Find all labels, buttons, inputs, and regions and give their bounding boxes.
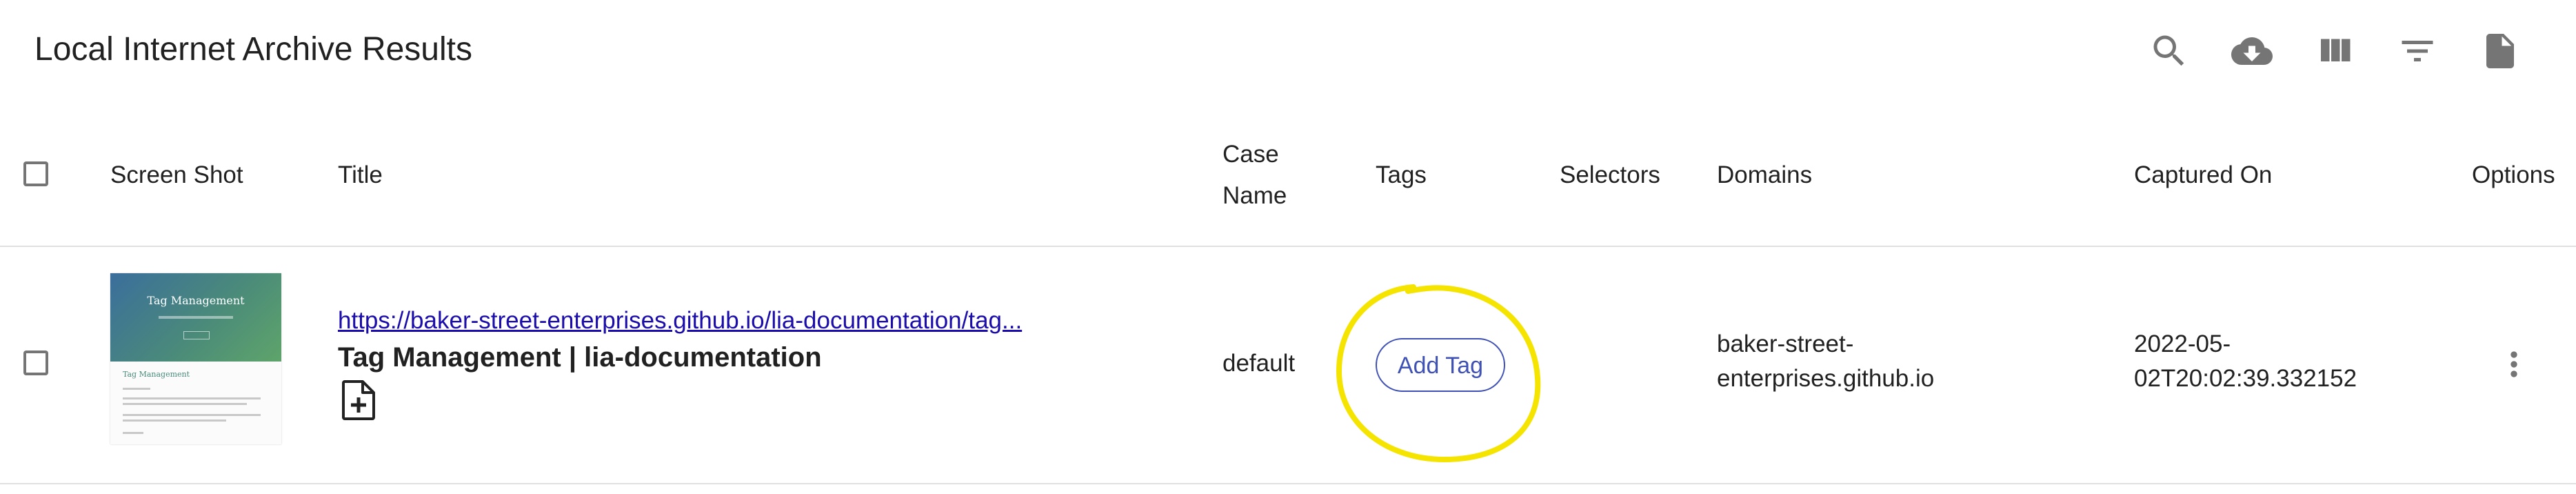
thumbnail-heading: Tag Management: [147, 294, 245, 307]
case-name-line2: Name: [1222, 182, 1287, 209]
table-header-row: Screen Shot Title Case Name Tags Selecto…: [0, 124, 2576, 247]
case-name-cell: default: [1222, 350, 1296, 377]
captured-on-cell: 2022-05- 02T20:02:39.332152: [2134, 327, 2357, 396]
domain-line2: enterprises.github.io: [1717, 365, 1935, 392]
domain-cell: baker-street- enterprises.github.io: [1717, 327, 1934, 396]
more-options-icon[interactable]: [2489, 338, 2539, 391]
description-icon[interactable]: [2475, 26, 2525, 76]
filter-list-icon[interactable]: [2393, 26, 2442, 76]
case-name-line1: Case: [1222, 141, 1279, 168]
thumbnail-text-line: [123, 419, 226, 422]
thumbnail-text-line: [123, 414, 261, 416]
thumbnail-text-line: [123, 403, 247, 405]
column-header-tags[interactable]: Tags: [1376, 155, 1427, 196]
view-column-icon[interactable]: [2310, 26, 2359, 76]
column-header-selectors[interactable]: Selectors: [1560, 155, 1660, 196]
column-header-case-name[interactable]: Case Name: [1222, 134, 1287, 217]
thumbnail-button: [183, 331, 210, 339]
column-header-domains[interactable]: Domains: [1717, 155, 1812, 196]
captured-line2: 02T20:02:39.332152: [2134, 365, 2357, 392]
column-header-options[interactable]: Options: [2472, 155, 2555, 196]
thumbnail-text-line: [123, 397, 261, 399]
capture-url-link[interactable]: https://baker-street-enterprises.github.…: [338, 304, 1022, 338]
page-title: Local Internet Archive Results: [34, 31, 472, 68]
thumbnail-body: Tag Management: [110, 362, 281, 444]
captured-line1: 2022-05-: [2134, 330, 2231, 357]
domain-line1: baker-street-: [1717, 330, 1854, 357]
thumbnail-section-heading: Tag Management: [123, 370, 190, 379]
thumbnail-text-line: [123, 388, 150, 390]
add-tag-button[interactable]: Add Tag: [1376, 338, 1505, 392]
column-header-captured-on[interactable]: Captured On: [2134, 155, 2272, 196]
screenshot-thumbnail[interactable]: Tag Management Tag Management: [110, 273, 281, 444]
toolbar: Local Internet Archive Results: [0, 0, 2576, 103]
note-add-icon[interactable]: [341, 379, 376, 421]
row-checkbox[interactable]: [23, 350, 48, 375]
cloud-download-icon[interactable]: [2227, 26, 2277, 76]
thumbnail-banner: Tag Management: [110, 273, 281, 362]
search-icon[interactable]: [2144, 26, 2194, 76]
column-header-title[interactable]: Title: [338, 155, 383, 196]
table-row: Tag Management Tag Management https://ba…: [0, 247, 2576, 484]
thumbnail-subtitle-bar: [159, 316, 233, 319]
thumbnail-text-line: [123, 432, 143, 434]
capture-page-title: Tag Management | lia-documentation: [338, 342, 822, 373]
select-all-checkbox[interactable]: [23, 161, 48, 186]
column-header-screenshot[interactable]: Screen Shot: [110, 155, 243, 196]
